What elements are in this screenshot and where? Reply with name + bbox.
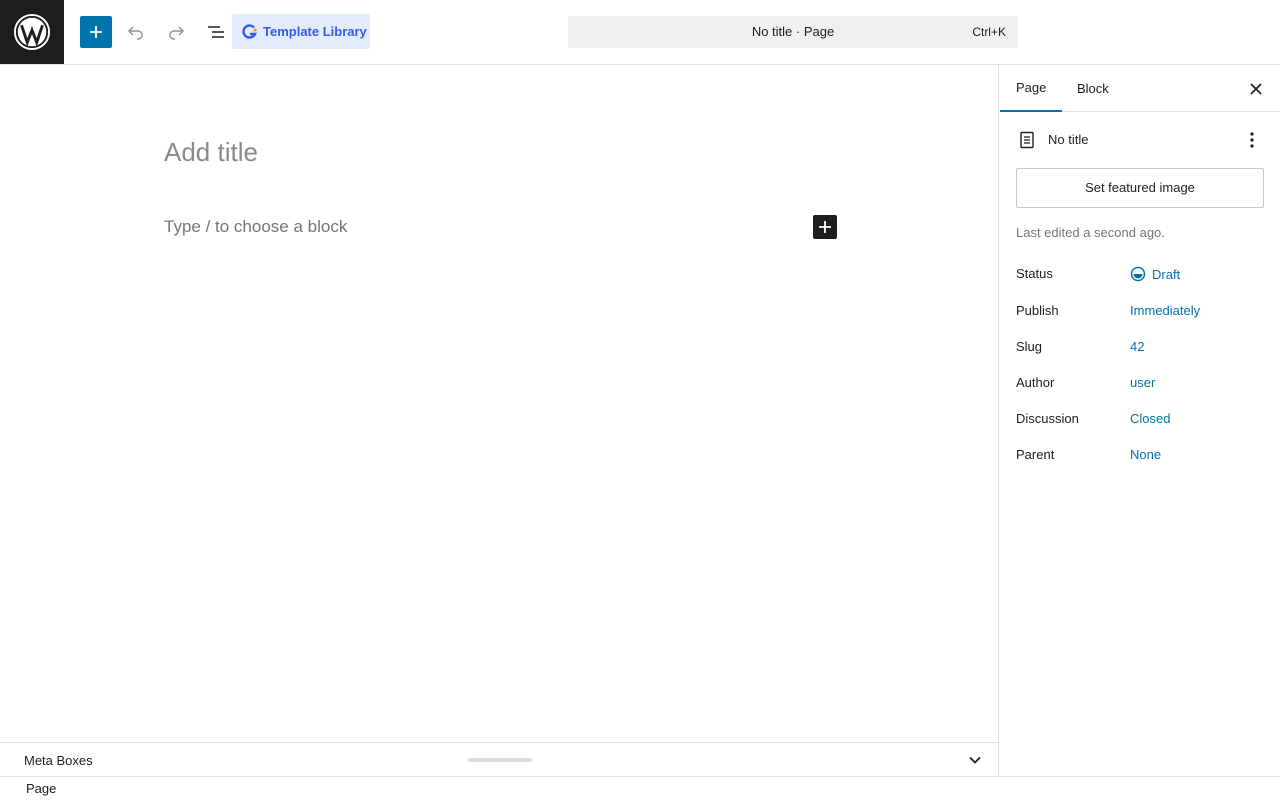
page-icon [1018,131,1036,154]
tab-block[interactable]: Block [1061,65,1125,112]
redo-icon [169,26,185,40]
property-discussion: Discussion Closed [1016,411,1264,431]
discussion-value-button[interactable]: Closed [1130,411,1170,426]
status-value: Draft [1152,266,1181,282]
editor-footer: Page [0,776,1280,800]
draft-status-icon [1130,266,1146,282]
editor-canvas: Add title Type / to choose a block [0,65,999,742]
close-icon [1250,83,1262,95]
plus-icon [90,26,102,38]
property-label: Publish [1016,303,1059,318]
document-title: No title [1048,132,1089,147]
publish-value-button[interactable]: Immediately [1130,303,1200,318]
template-library-button[interactable]: Template Library [232,14,370,49]
property-status: Status Draft [1016,266,1264,286]
block-placeholder[interactable]: Type / to choose a block [164,217,347,237]
undo-icon [127,26,143,40]
document-title-label: No title · Page [751,24,835,39]
property-parent: Parent None [1016,447,1264,467]
property-label: Status [1016,266,1053,281]
status-value-button[interactable]: Draft [1130,266,1180,282]
slug-value-button[interactable]: 42 [1130,339,1144,354]
author-value-button[interactable]: user [1130,375,1155,390]
command-palette-bar[interactable]: No title · Page Ctrl+K [568,16,1018,48]
breadcrumb[interactable]: Page [26,781,56,796]
settings-sidebar: Page Block No title Set featured image L… [1000,65,1280,776]
document-summary: No title [1016,129,1264,151]
property-slug: Slug 42 [1016,339,1264,359]
meta-boxes-toggle-button[interactable] [966,751,984,769]
property-label: Parent [1016,447,1055,462]
property-publish: Publish Immediately [1016,303,1264,323]
add-block-button[interactable] [80,16,112,48]
wordpress-logo-icon[interactable] [0,0,64,64]
more-options-button[interactable] [1244,130,1260,150]
close-sidebar-button[interactable] [1246,79,1266,99]
property-label: Author [1016,375,1055,390]
undo-button[interactable] [120,16,152,48]
parent-value-button[interactable]: None [1130,447,1161,462]
plus-icon [819,221,831,233]
tab-page[interactable]: Page [1000,65,1063,112]
meta-boxes-panel: Meta Boxes [0,742,999,776]
template-library-label: Template Library [263,24,367,39]
template-library-icon [242,23,258,40]
last-edited-text: Last edited a second ago. [1016,225,1165,240]
set-featured-image-button[interactable]: Set featured image [1016,168,1264,208]
post-title-input[interactable]: Add title [164,137,258,168]
more-vertical-icon [1250,132,1254,148]
redo-button[interactable] [160,16,192,48]
property-label: Discussion [1016,411,1079,426]
meta-boxes-label: Meta Boxes [24,753,93,768]
resize-handle[interactable] [468,758,532,762]
list-view-icon [208,26,224,38]
property-label: Slug [1016,339,1043,354]
editor-header: Template Library No title · Page Ctrl+K [0,0,1280,65]
keyboard-shortcut: Ctrl+K [972,25,1006,39]
sidebar-tabs: Page Block [1000,65,1280,112]
property-author: Author user [1016,375,1264,395]
chevron-down-icon [969,756,981,764]
list-view-button[interactable] [200,16,232,48]
inline-block-inserter-button[interactable] [813,215,837,239]
